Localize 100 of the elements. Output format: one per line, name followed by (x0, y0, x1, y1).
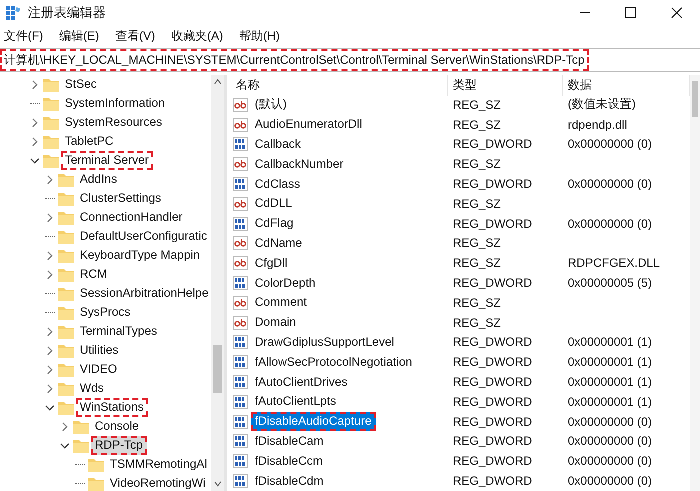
string-value-icon (233, 118, 248, 132)
value-name[interactable]: Comment (251, 293, 312, 312)
folder-icon (58, 268, 74, 282)
table-cell-text: REG_DWORD (452, 375, 534, 390)
table-cell-text: REG_SZ (452, 296, 502, 310)
close-icon[interactable] (671, 7, 683, 19)
value-name[interactable]: fAutoClientLpts (251, 392, 340, 412)
tree-item[interactable]: Wds (76, 379, 108, 398)
table-cell-text: (数值未设置) (567, 96, 637, 114)
menu-item[interactable]: 帮助(H) (239, 28, 280, 44)
scrollbar[interactable] (690, 75, 700, 491)
binary-value-icon (233, 414, 248, 429)
value-name[interactable]: (默认) (251, 95, 291, 114)
column-header[interactable]: 名称 (231, 74, 448, 96)
value-name[interactable]: Domain (251, 313, 300, 332)
binary-value-icon (233, 394, 248, 409)
table-cell-text: 0x00000000 (0) (567, 454, 654, 468)
chevron-right-icon[interactable] (45, 212, 55, 222)
table-cell-text: REG_SZ (452, 157, 502, 172)
scroll-thumb[interactable] (692, 81, 698, 117)
binary-value-icon (233, 454, 248, 468)
chevron-right-icon[interactable] (45, 174, 55, 184)
scrollbar[interactable] (211, 75, 224, 491)
scroll-thumb[interactable] (213, 345, 222, 393)
chevron-down-icon[interactable] (60, 442, 70, 450)
menu-item[interactable]: 编辑(E) (59, 28, 100, 44)
tree-item[interactable]: RDP-Tcp (91, 436, 148, 455)
value-name[interactable]: fDisableCcm (251, 452, 328, 471)
table-cell-text: REG_DWORD (452, 394, 534, 409)
tree-item[interactable]: VIDEO (76, 360, 122, 379)
value-name[interactable]: fAllowSecProtocolNegotiation (251, 352, 416, 372)
tree-item[interactable]: ConnectionHandler (76, 208, 187, 227)
chevron-down-icon[interactable] (30, 156, 40, 164)
string-value-icon (233, 157, 248, 172)
folder-icon (58, 286, 74, 300)
table-cell-text: 0x00000001 (1) (567, 335, 654, 350)
folder-icon (58, 306, 74, 320)
tree-item[interactable]: SystemInformation (61, 94, 170, 113)
binary-value-icon (233, 434, 248, 448)
string-value-icon (233, 316, 248, 330)
table-cell-text: 0x00000001 (1) (567, 375, 654, 390)
folder-icon (58, 192, 74, 206)
folder-icon (58, 172, 74, 186)
table-cell-text: 0x00000000 (0) (567, 434, 654, 448)
value-name[interactable]: CdFlag (251, 214, 298, 234)
value-name[interactable]: fAutoClientDrives (251, 372, 352, 392)
value-name[interactable]: fDisableCdm (251, 472, 328, 491)
folder-icon (88, 458, 104, 472)
menu-item[interactable]: 收藏夹(A) (171, 28, 224, 44)
tree-item[interactable]: SessionArbitrationHelpe (76, 284, 211, 303)
scroll-up-icon[interactable] (214, 79, 222, 85)
tree-item[interactable]: TabletPC (61, 132, 118, 151)
value-name[interactable]: CfgDll (251, 254, 292, 273)
chevron-down-icon[interactable] (45, 404, 55, 412)
value-name[interactable]: CdDLL (251, 194, 296, 214)
value-name[interactable]: fDisableAudioCapture (251, 412, 376, 432)
tree-item[interactable]: WinStations (76, 398, 148, 417)
tree-item[interactable]: Console (91, 417, 144, 436)
folder-icon (73, 420, 89, 434)
tree-item[interactable]: SystemResources (61, 113, 166, 132)
table-cell-text: REG_DWORD (452, 355, 534, 370)
binary-value-icon (233, 216, 248, 231)
tree-item[interactable]: Terminal Server (61, 151, 154, 170)
value-name[interactable]: CdClass (251, 174, 304, 194)
address-field[interactable]: 计算机\HKEY_LOCAL_MACHINE\SYSTEM\CurrentControlSet\Control\Terminal Server\WinStations\RDP-Tcp (0, 49, 589, 71)
binary-value-icon (233, 335, 248, 350)
menu-item[interactable]: 查看(V) (115, 28, 156, 44)
value-name[interactable]: fDisableCam (251, 432, 328, 451)
tree-item[interactable]: TSMMRemotingAl (106, 455, 211, 474)
tree-item[interactable]: SysProcs (76, 303, 135, 322)
tree-item[interactable]: RCM (76, 265, 112, 284)
tree-item[interactable]: Utilities (76, 341, 123, 360)
value-name[interactable]: CdName (251, 234, 306, 253)
value-name[interactable]: DrawGdiplusSupportLevel (251, 332, 398, 352)
binary-value-icon (233, 177, 248, 192)
string-value-icon (233, 236, 248, 250)
chevron-right-icon[interactable] (60, 422, 70, 432)
column-header[interactable]: 类型 (448, 74, 563, 96)
tree-item[interactable]: VideoRemotingWi (106, 474, 210, 491)
menu-item[interactable]: 文件(F) (4, 28, 44, 44)
table-cell-text: REG_DWORD (452, 177, 534, 192)
table-cell-text: 0x00000000 (0) (567, 414, 654, 429)
tree-item[interactable]: DefaultUserConfiguratic (76, 227, 211, 246)
folder-icon (58, 362, 74, 376)
scroll-down-icon[interactable] (214, 481, 222, 487)
tree-item[interactable]: KeyboardType Mappin (76, 246, 204, 265)
value-name[interactable]: AudioEnumeratorDll (251, 115, 366, 134)
value-name[interactable]: ColorDepth (251, 274, 320, 293)
table-cell-text: rdpendp.dll (567, 118, 628, 132)
tree-item[interactable]: AddIns (76, 170, 122, 189)
registry-icon (6, 6, 20, 20)
chevron-right-icon[interactable] (30, 80, 40, 90)
value-name[interactable]: CallbackNumber (251, 154, 348, 174)
tree-item[interactable]: StSec (61, 75, 102, 94)
table-cell-text: REG_DWORD (452, 276, 534, 290)
maximize-icon[interactable] (625, 7, 637, 19)
tree-item[interactable]: TerminalTypes (76, 322, 162, 341)
value-name[interactable]: Callback (251, 134, 306, 154)
tree-item[interactable]: ClusterSettings (76, 189, 166, 208)
folder-icon (58, 344, 74, 358)
